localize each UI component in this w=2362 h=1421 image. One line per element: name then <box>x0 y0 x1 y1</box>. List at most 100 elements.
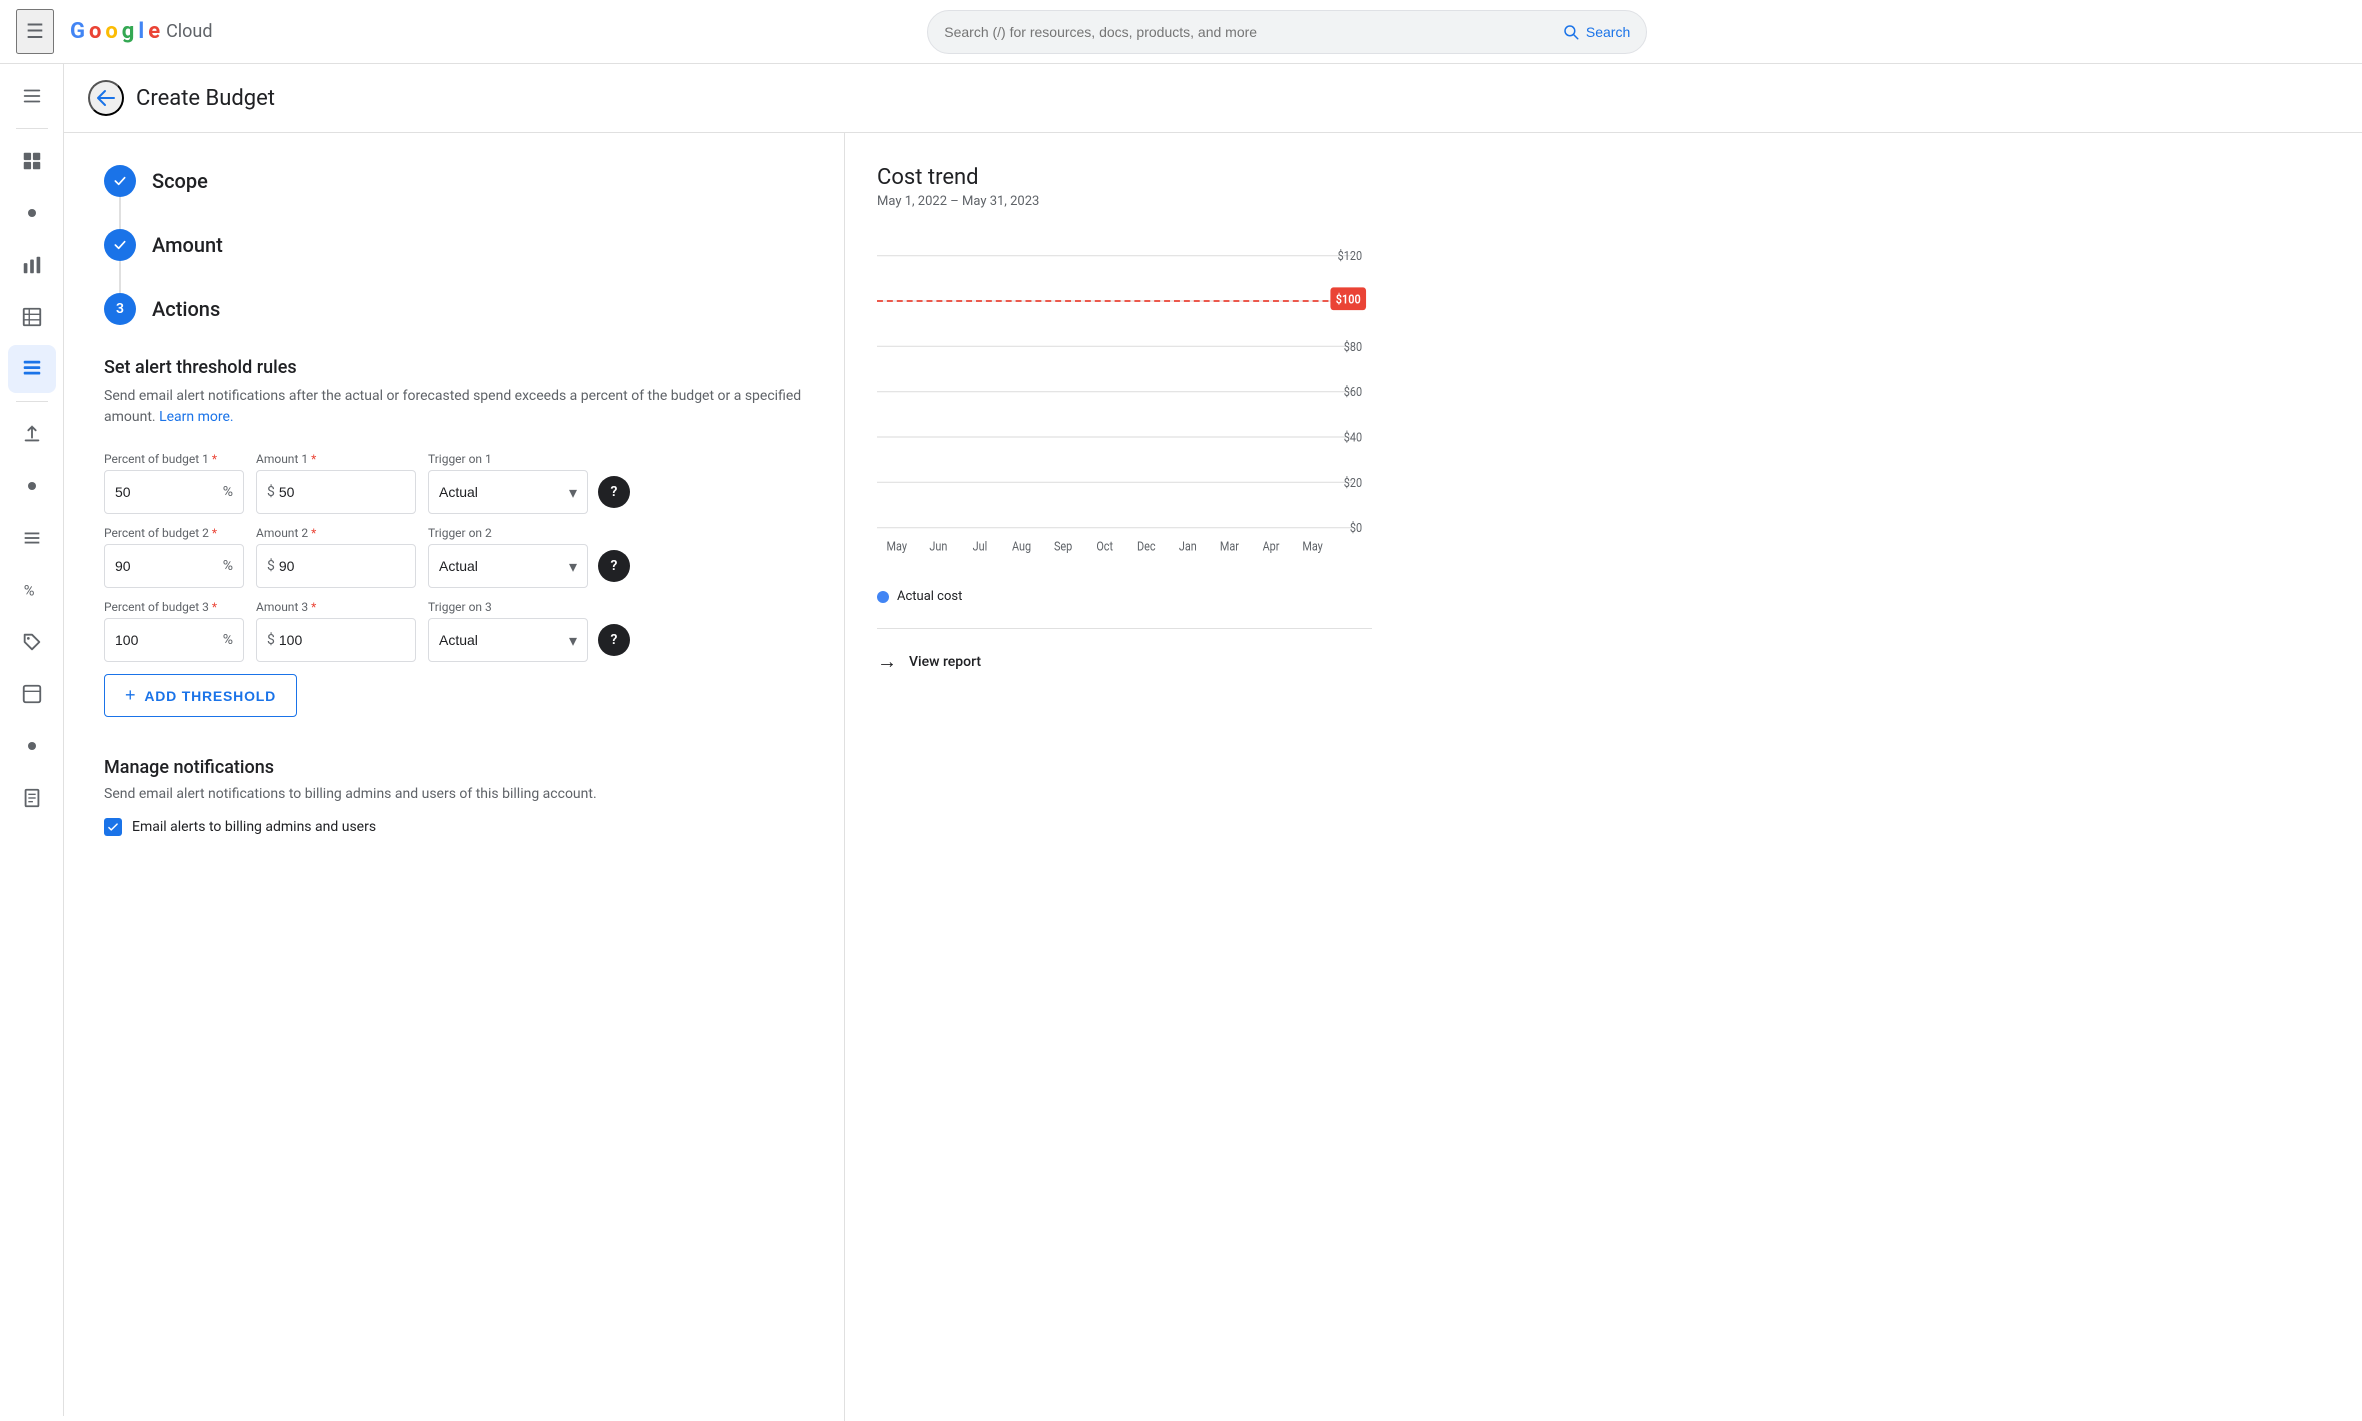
trigger-field-2: Trigger on 2 Actual Forecasted ▾ <box>428 526 630 588</box>
sidebar-divider-2 <box>16 401 48 402</box>
step-list: Scope Amount 3 <box>104 165 804 325</box>
trigger-select-3[interactable]: Actual Forecasted <box>439 632 565 648</box>
sidebar-item-table[interactable] <box>8 293 56 341</box>
check-icon-2 <box>112 237 128 253</box>
step-label-scope: Scope <box>152 165 208 193</box>
page-title: Create Budget <box>136 86 275 111</box>
checkbox-label: Email alerts to billing admins and users <box>132 819 376 835</box>
left-content: Scope Amount 3 <box>64 133 844 1421</box>
svg-text:Oct: Oct <box>1096 539 1113 554</box>
trigger-field-1: Trigger on 1 Actual Forecasted ▾ <box>428 452 630 514</box>
notifications-title: Manage notifications <box>104 757 804 778</box>
sidebar-item-list[interactable] <box>8 514 56 562</box>
svg-text:$40: $40 <box>1344 430 1362 445</box>
svg-text:Mar: Mar <box>1220 539 1239 554</box>
google-cloud-logo: Google Cloud <box>70 19 213 44</box>
svg-text:Aug: Aug <box>1012 539 1031 554</box>
amount-field-3: Amount 3 * $ <box>256 600 416 662</box>
sidebar-item-tag[interactable] <box>8 618 56 666</box>
sidebar-item-chart[interactable] <box>8 241 56 289</box>
manage-notifications: Manage notifications Send email alert no… <box>104 757 804 836</box>
legend-label: Actual cost <box>897 589 962 604</box>
cost-trend-dates: May 1, 2022 – May 31, 2023 <box>877 194 1372 209</box>
percent-field-3: Percent of budget 3 * % <box>104 600 244 662</box>
arrow-right-icon: → <box>877 649 897 674</box>
sidebar-item-upload[interactable] <box>8 410 56 458</box>
add-threshold-button[interactable]: + ADD THRESHOLD <box>104 674 297 717</box>
search-button[interactable]: Search <box>1562 23 1630 41</box>
threshold-row-2: Percent of budget 2 * % Amount 2 <box>104 526 804 588</box>
amount-field-1: Amount 1 * $ <box>256 452 416 514</box>
alert-section-title: Set alert threshold rules <box>104 357 804 378</box>
svg-text:Apr: Apr <box>1263 539 1280 554</box>
alert-section: Set alert threshold rules Send email ale… <box>104 357 804 717</box>
sidebar: % <box>0 64 64 1416</box>
amount-input-1[interactable] <box>279 484 405 500</box>
step-circle-actions: 3 <box>104 293 136 325</box>
svg-text:$60: $60 <box>1344 384 1362 399</box>
chevron-down-icon-2: ▾ <box>569 557 577 576</box>
sidebar-divider-1 <box>16 128 48 129</box>
svg-text:Jan: Jan <box>1179 539 1197 554</box>
amount-input-2[interactable] <box>279 558 405 574</box>
step-scope: Scope <box>104 165 804 229</box>
chevron-down-icon-1: ▾ <box>569 483 577 502</box>
svg-text:Jun: Jun <box>929 539 947 554</box>
amount-input-3[interactable] <box>279 632 405 648</box>
step-actions: 3 Actions <box>104 293 804 325</box>
trigger-select-2[interactable]: Actual Forecasted <box>439 558 565 574</box>
svg-text:Dec: Dec <box>1137 539 1156 554</box>
sidebar-item-doc[interactable] <box>8 774 56 822</box>
svg-text:$20: $20 <box>1344 475 1362 490</box>
learn-more-link[interactable]: Learn more. <box>159 409 234 425</box>
search-icon <box>1562 23 1580 41</box>
cost-trend-chart: $120 $100 $80 $60 $40 $20 $0 $100 May Ju… <box>877 233 1372 573</box>
percent-input-1[interactable] <box>115 484 219 500</box>
sidebar-item-reports[interactable] <box>8 345 56 393</box>
check-icon <box>112 173 128 189</box>
sidebar-item-dot2[interactable] <box>8 462 56 510</box>
back-button[interactable] <box>88 80 124 116</box>
checkmark-icon <box>106 820 120 834</box>
hamburger-button[interactable]: ☰ <box>16 9 54 54</box>
search-bar: Search <box>927 10 1647 54</box>
help-button-1[interactable]: ? <box>598 476 630 508</box>
svg-text:$120: $120 <box>1338 248 1362 263</box>
sidebar-item-dot3[interactable] <box>8 722 56 770</box>
right-panel: Cost trend May 1, 2022 – May 31, 2023 $1… <box>844 133 1404 1421</box>
threshold-rows: Percent of budget 1 * % Amount 1 <box>104 452 804 662</box>
step-label-amount: Amount <box>152 229 223 257</box>
step-circle-scope <box>104 165 136 197</box>
sidebar-item-billing-table[interactable] <box>8 670 56 718</box>
view-report-label: View report <box>909 654 981 670</box>
svg-text:May: May <box>1302 539 1323 554</box>
percent-input-3[interactable] <box>115 632 219 648</box>
svg-text:$80: $80 <box>1344 339 1362 354</box>
trigger-select-1[interactable]: Actual Forecasted <box>439 484 565 500</box>
main-layout: Create Budget Scope <box>64 64 2362 1421</box>
plus-icon: + <box>125 685 136 706</box>
sidebar-item-dot1[interactable] <box>8 189 56 237</box>
threshold-row-1: Percent of budget 1 * % Amount 1 <box>104 452 804 514</box>
sidebar-item-percent[interactable]: % <box>8 566 56 614</box>
step-circle-amount <box>104 229 136 261</box>
help-button-2[interactable]: ? <box>598 550 630 582</box>
step-label-actions: Actions <box>152 293 220 321</box>
chevron-down-icon-3: ▾ <box>569 631 577 650</box>
view-report-row[interactable]: → View report <box>877 628 1372 674</box>
checkbox-row: Email alerts to billing admins and users <box>104 818 804 836</box>
email-alerts-checkbox[interactable] <box>104 818 122 836</box>
amount-field-2: Amount 2 * $ <box>256 526 416 588</box>
svg-text:Jul: Jul <box>973 539 988 554</box>
svg-text:Sep: Sep <box>1054 539 1073 554</box>
page-header: Create Budget <box>64 64 2362 133</box>
alert-section-desc: Send email alert notifications after the… <box>104 386 804 428</box>
sidebar-item-dashboard[interactable] <box>8 137 56 185</box>
help-button-3[interactable]: ? <box>598 624 630 656</box>
trigger-field-3: Trigger on 3 Actual Forecasted ▾ <box>428 600 630 662</box>
search-input[interactable] <box>944 24 1562 40</box>
percent-input-2[interactable] <box>115 558 219 574</box>
svg-text:May: May <box>887 539 908 554</box>
chart-legend: Actual cost <box>877 589 1372 604</box>
sidebar-item-menu[interactable] <box>8 72 56 120</box>
